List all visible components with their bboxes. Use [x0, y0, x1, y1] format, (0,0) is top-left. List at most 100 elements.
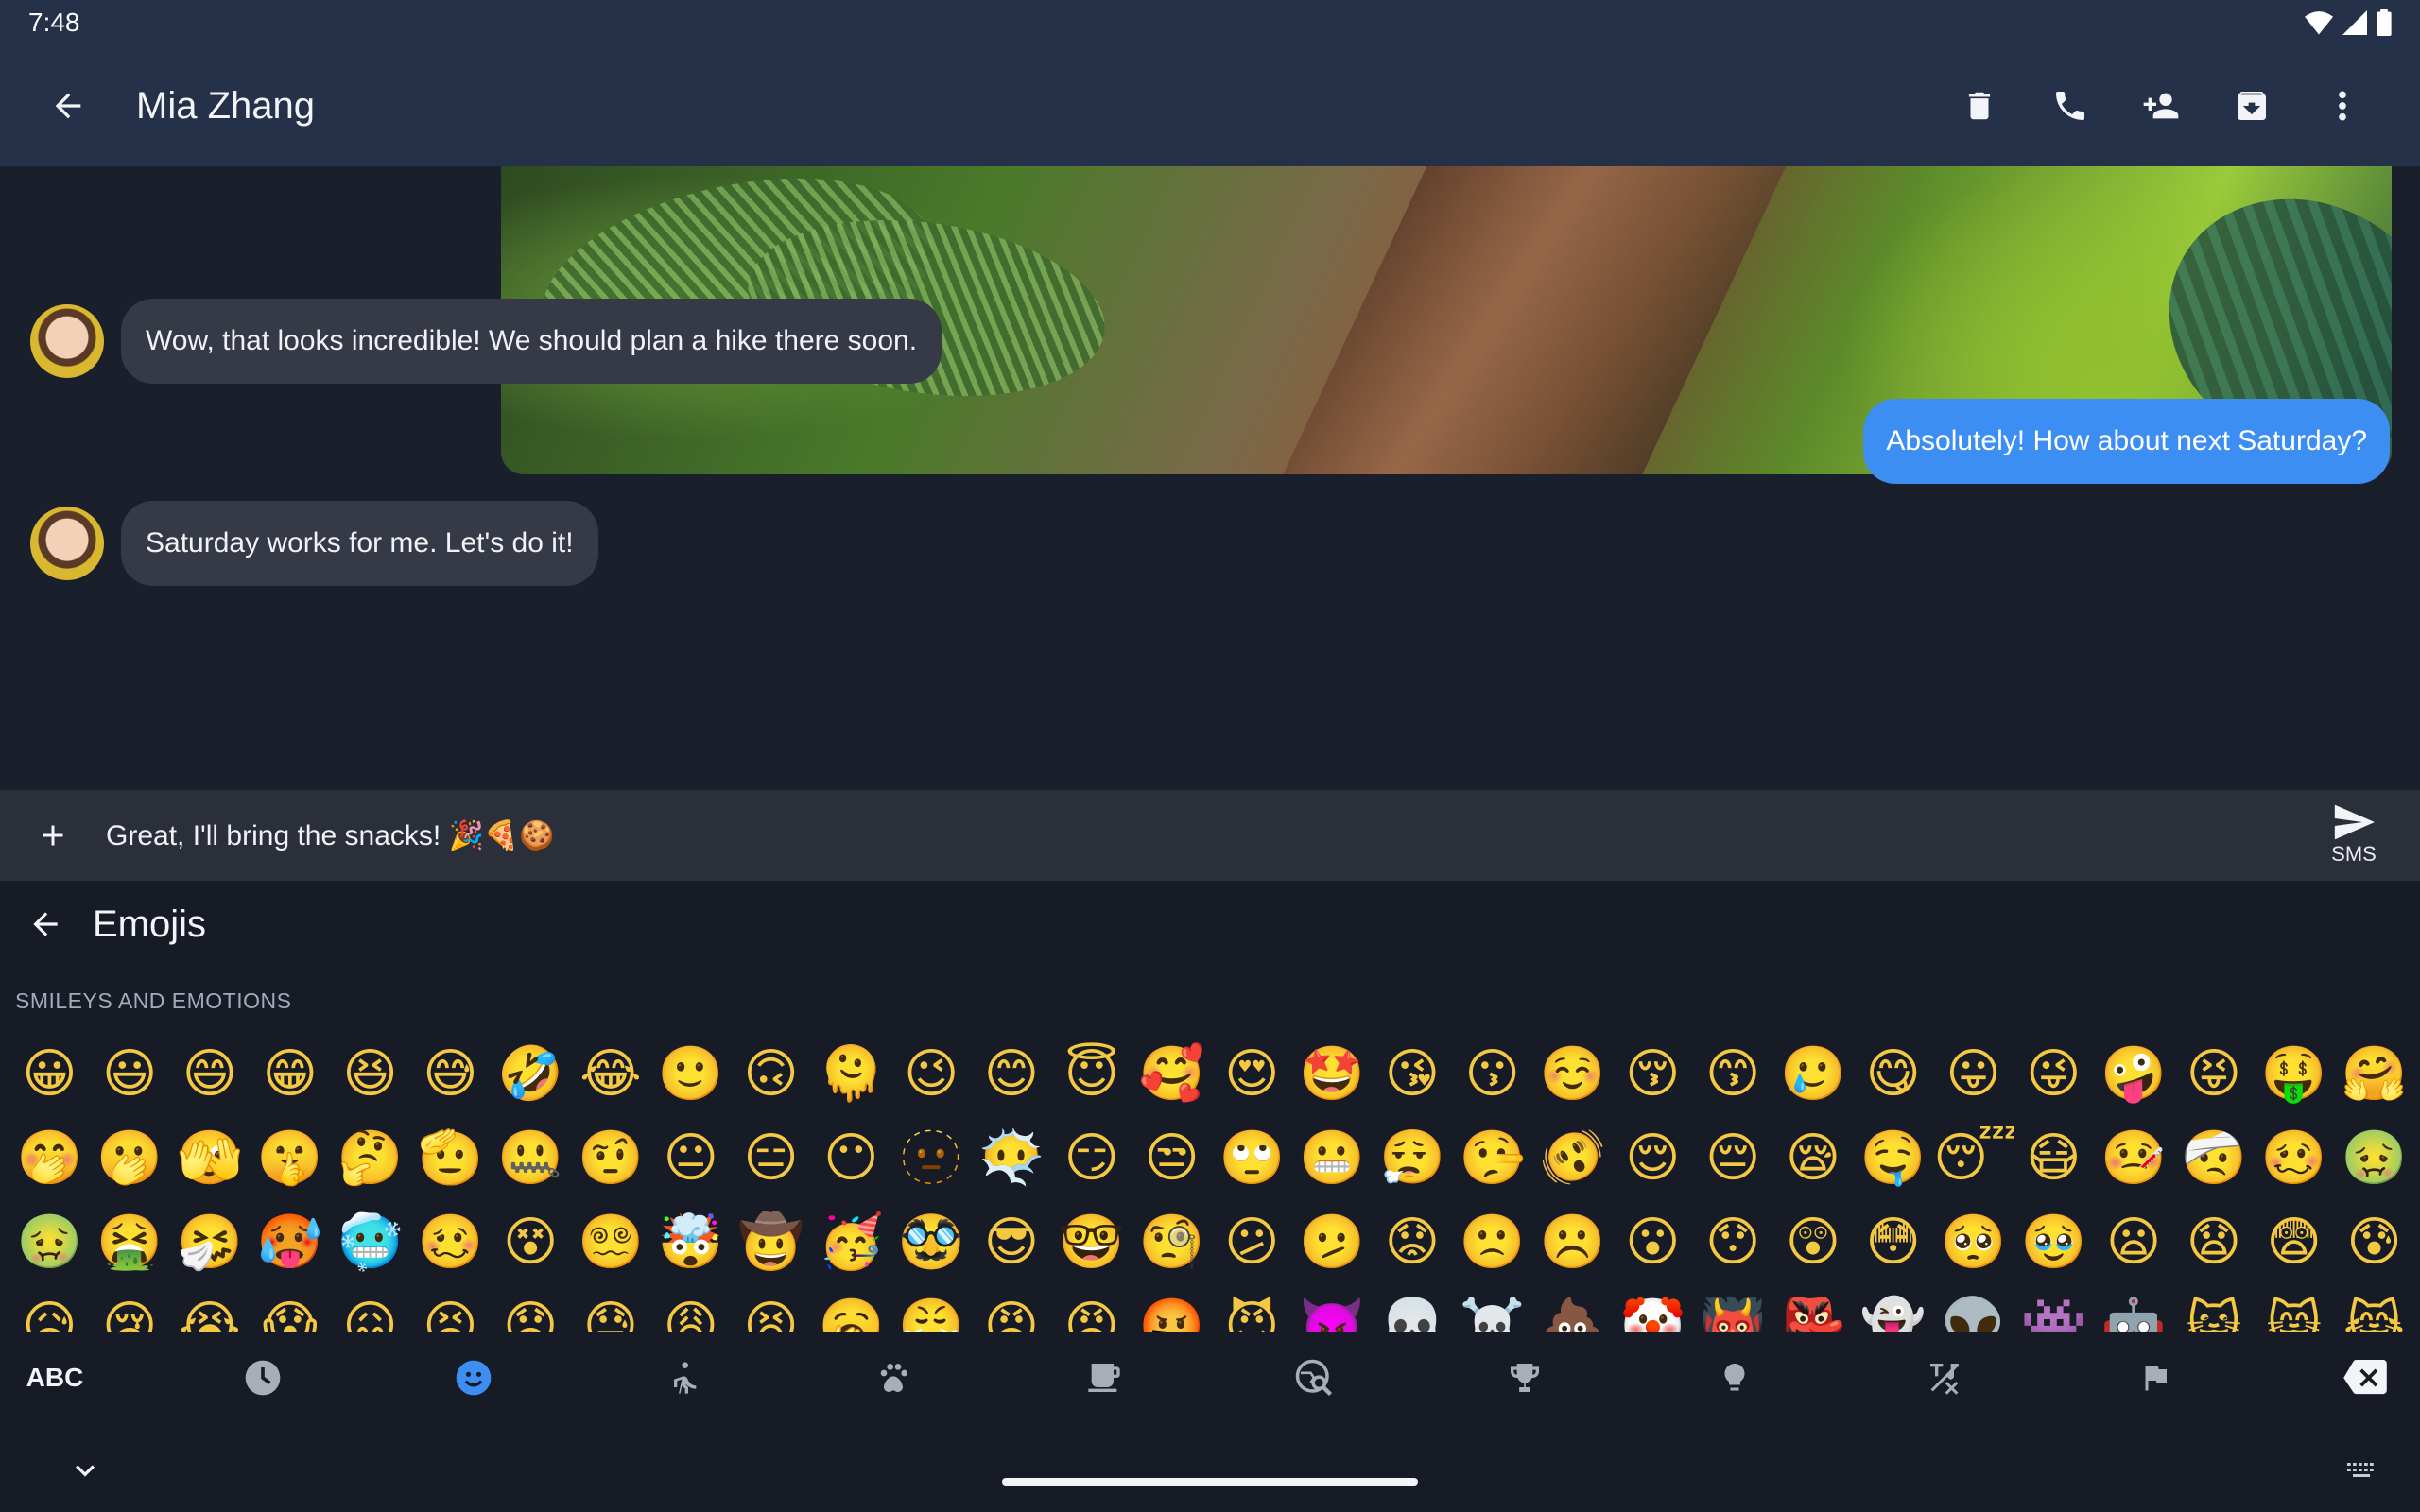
- emoji-key[interactable]: 😥: [9, 1284, 90, 1332]
- category-flags[interactable]: [2125, 1348, 2186, 1408]
- emoji-key[interactable]: ☠️: [1452, 1284, 1532, 1332]
- emoji-key[interactable]: 😕: [1212, 1200, 1292, 1284]
- emoji-key[interactable]: 😯: [1693, 1200, 1773, 1284]
- emoji-key[interactable]: 🤫: [250, 1116, 330, 1200]
- category-recent[interactable]: [233, 1348, 293, 1408]
- emoji-key[interactable]: 🤠: [731, 1200, 811, 1284]
- emoji-key[interactable]: 😘: [1373, 1032, 1453, 1116]
- emoji-key[interactable]: 😰: [2334, 1200, 2414, 1284]
- emoji-key[interactable]: 😖: [330, 1284, 410, 1332]
- emoji-key[interactable]: 😊: [972, 1032, 1052, 1116]
- emoji-key[interactable]: 😉: [891, 1032, 972, 1116]
- emoji-key[interactable]: 💀: [1373, 1284, 1453, 1332]
- emoji-key[interactable]: 😋: [1853, 1032, 1933, 1116]
- emoji-key[interactable]: 🤮: [90, 1200, 170, 1284]
- category-food[interactable]: [1074, 1348, 1134, 1408]
- emoji-key[interactable]: 😆: [330, 1032, 410, 1116]
- emoji-key[interactable]: 🤪: [2094, 1032, 2174, 1116]
- category-symbols[interactable]: [1914, 1348, 1975, 1408]
- emoji-key[interactable]: 😹: [2334, 1284, 2414, 1332]
- emoji-key[interactable]: 👽: [1933, 1284, 2014, 1332]
- emoji-key[interactable]: 🫠: [811, 1032, 891, 1116]
- emoji-key[interactable]: 🤤: [1853, 1116, 1933, 1200]
- emoji-key[interactable]: 🥸: [891, 1200, 972, 1284]
- keyboard-switch-button[interactable]: [2344, 1452, 2382, 1489]
- emoji-key[interactable]: 😎: [972, 1200, 1052, 1284]
- emoji-key[interactable]: 😤: [891, 1284, 972, 1332]
- add-contact-button[interactable]: [2131, 76, 2191, 136]
- emoji-key[interactable]: 😴: [1933, 1116, 2014, 1200]
- emoji-key[interactable]: 😢: [90, 1284, 170, 1332]
- emoji-key[interactable]: 😧: [2174, 1200, 2255, 1284]
- emoji-key[interactable]: 😄: [170, 1032, 251, 1116]
- emoji-key[interactable]: 🤥: [1452, 1116, 1532, 1200]
- emoji-key[interactable]: 🥰: [1132, 1032, 1212, 1116]
- message-list[interactable]: Wow, that looks incredible! We should pl…: [0, 166, 2420, 790]
- emoji-key[interactable]: 🥴: [2254, 1116, 2334, 1200]
- delete-button[interactable]: [1949, 76, 2010, 136]
- backspace-button[interactable]: [2335, 1348, 2395, 1408]
- emoji-key[interactable]: 🤗: [2334, 1032, 2414, 1116]
- emoji-key[interactable]: 😫: [731, 1284, 811, 1332]
- emoji-key[interactable]: 😍: [1212, 1032, 1292, 1116]
- emoji-key[interactable]: 🥹: [2014, 1200, 2094, 1284]
- emoji-key[interactable]: 🙁: [1452, 1200, 1532, 1284]
- emoji-key[interactable]: 🤡: [1613, 1284, 1693, 1332]
- emoji-key[interactable]: 🥵: [250, 1200, 330, 1284]
- emoji-key[interactable]: 😁: [250, 1032, 330, 1116]
- archive-button[interactable]: [2221, 76, 2282, 136]
- emoji-key[interactable]: 😪: [1773, 1116, 1854, 1200]
- emoji-key[interactable]: 🤢: [2334, 1116, 2414, 1200]
- emoji-key[interactable]: 🙄: [1212, 1116, 1292, 1200]
- category-objects[interactable]: [1704, 1348, 1765, 1408]
- emoji-key[interactable]: 😌: [1613, 1116, 1693, 1200]
- emoji-key[interactable]: 🥶: [330, 1200, 410, 1284]
- emoji-key[interactable]: 👾: [2014, 1284, 2094, 1332]
- message-input[interactable]: Great, I'll bring the snacks! 🎉🍕🍪: [106, 819, 2307, 852]
- emoji-key[interactable]: 🤢: [9, 1200, 90, 1284]
- emoji-key[interactable]: 😏: [1051, 1116, 1132, 1200]
- emoji-key[interactable]: 🥲: [1773, 1032, 1854, 1116]
- emoji-key[interactable]: 😩: [650, 1284, 731, 1332]
- emoji-key[interactable]: 🫣: [170, 1116, 251, 1200]
- emoji-key[interactable]: 😙: [1693, 1032, 1773, 1116]
- emoji-key[interactable]: 💩: [1532, 1284, 1613, 1332]
- emoji-key[interactable]: 🫡: [410, 1116, 491, 1200]
- emoji-key[interactable]: 😅: [410, 1032, 491, 1116]
- attach-button[interactable]: [23, 805, 83, 866]
- category-animals[interactable]: [863, 1348, 924, 1408]
- emoji-key[interactable]: 🤨: [571, 1116, 651, 1200]
- emoji-key[interactable]: 😵‍💫: [571, 1200, 651, 1284]
- emoji-key[interactable]: 😇: [1051, 1032, 1132, 1116]
- emoji-key[interactable]: 😮‍💨: [1373, 1116, 1453, 1200]
- emoji-key[interactable]: 😸: [2254, 1284, 2334, 1332]
- emoji-key[interactable]: 😝: [2174, 1032, 2255, 1116]
- emoji-key[interactable]: 😔: [1693, 1116, 1773, 1200]
- emoji-key[interactable]: 🥺: [1933, 1200, 2014, 1284]
- category-activities[interactable]: [1495, 1348, 1555, 1408]
- emoji-key[interactable]: 😗: [1452, 1032, 1532, 1116]
- emoji-key[interactable]: 😞: [491, 1284, 571, 1332]
- emoji-key[interactable]: 😓: [571, 1284, 651, 1332]
- emoji-key[interactable]: 😮: [1613, 1200, 1693, 1284]
- emoji-key[interactable]: 😃: [90, 1032, 170, 1116]
- emoji-key[interactable]: 😵: [491, 1200, 571, 1284]
- emoji-key[interactable]: 😷: [2014, 1116, 2094, 1200]
- emoji-key[interactable]: 😒: [1132, 1116, 1212, 1200]
- emoji-key[interactable]: 🤑: [2254, 1032, 2334, 1116]
- avatar[interactable]: [30, 304, 104, 378]
- emoji-key[interactable]: 😦: [2094, 1200, 2174, 1284]
- emoji-key[interactable]: 😲: [1773, 1200, 1854, 1284]
- emoji-key[interactable]: 😟: [1373, 1200, 1453, 1284]
- emoji-key[interactable]: 🙃: [731, 1032, 811, 1116]
- emoji-key[interactable]: 🧐: [1132, 1200, 1212, 1284]
- emoji-key[interactable]: 😳: [1853, 1200, 1933, 1284]
- emoji-key[interactable]: 🤩: [1292, 1032, 1373, 1116]
- emoji-key[interactable]: 😑: [731, 1116, 811, 1200]
- emoji-key[interactable]: 😺: [2174, 1284, 2255, 1332]
- category-people[interactable]: [653, 1348, 714, 1408]
- emoji-key[interactable]: ☺️: [1532, 1032, 1613, 1116]
- emoji-key[interactable]: 😨: [2254, 1200, 2334, 1284]
- abc-keyboard-button[interactable]: ABC: [26, 1348, 84, 1408]
- emoji-key[interactable]: 😣: [410, 1284, 491, 1332]
